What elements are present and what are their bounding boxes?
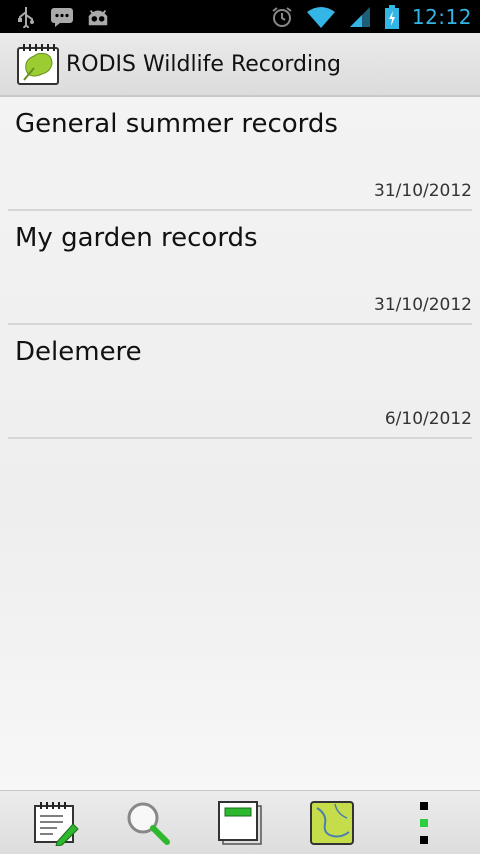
collection-list: General summer records 31/10/2012 My gar… <box>0 97 480 790</box>
overflow-menu-icon <box>420 801 428 844</box>
list-item-title: Delemere <box>15 337 142 367</box>
status-clock: 12:12 <box>411 4 472 29</box>
list-item-title: My garden records <box>15 223 258 253</box>
android-icon <box>86 5 110 29</box>
list-item[interactable]: My garden records 31/10/2012 <box>8 211 472 325</box>
list-item-date: 31/10/2012 <box>374 295 472 315</box>
status-bar: 12:12 <box>0 0 480 33</box>
list-item-title: General summer records <box>15 109 338 139</box>
list-item[interactable]: General summer records 31/10/2012 <box>8 97 472 211</box>
new-record-button[interactable] <box>30 797 82 849</box>
list-item-date: 31/10/2012 <box>374 181 472 201</box>
usb-icon <box>14 5 38 29</box>
alarm-icon <box>270 5 294 29</box>
status-left-icons <box>14 5 110 29</box>
records-button[interactable] <box>214 797 266 849</box>
action-bar: RODIS Wildlife Recording <box>0 33 480 97</box>
bottom-toolbar <box>0 790 480 854</box>
app-title: RODIS Wildlife Recording <box>66 51 341 77</box>
list-item-date: 6/10/2012 <box>384 409 472 429</box>
message-icon <box>50 5 74 29</box>
overflow-menu-button[interactable] <box>398 797 450 849</box>
map-icon <box>310 800 354 845</box>
wifi-icon <box>306 5 336 29</box>
records-icon <box>218 800 262 845</box>
signal-icon <box>348 5 372 29</box>
list-item[interactable]: Delemere 6/10/2012 <box>8 325 472 439</box>
status-right-icons: 12:12 <box>270 4 472 29</box>
leaf-notebook-icon[interactable] <box>16 42 60 86</box>
search-icon <box>127 802 170 845</box>
new-record-icon <box>34 801 79 846</box>
map-button[interactable] <box>306 797 358 849</box>
battery-charging-icon <box>384 4 400 29</box>
search-button[interactable] <box>122 797 174 849</box>
